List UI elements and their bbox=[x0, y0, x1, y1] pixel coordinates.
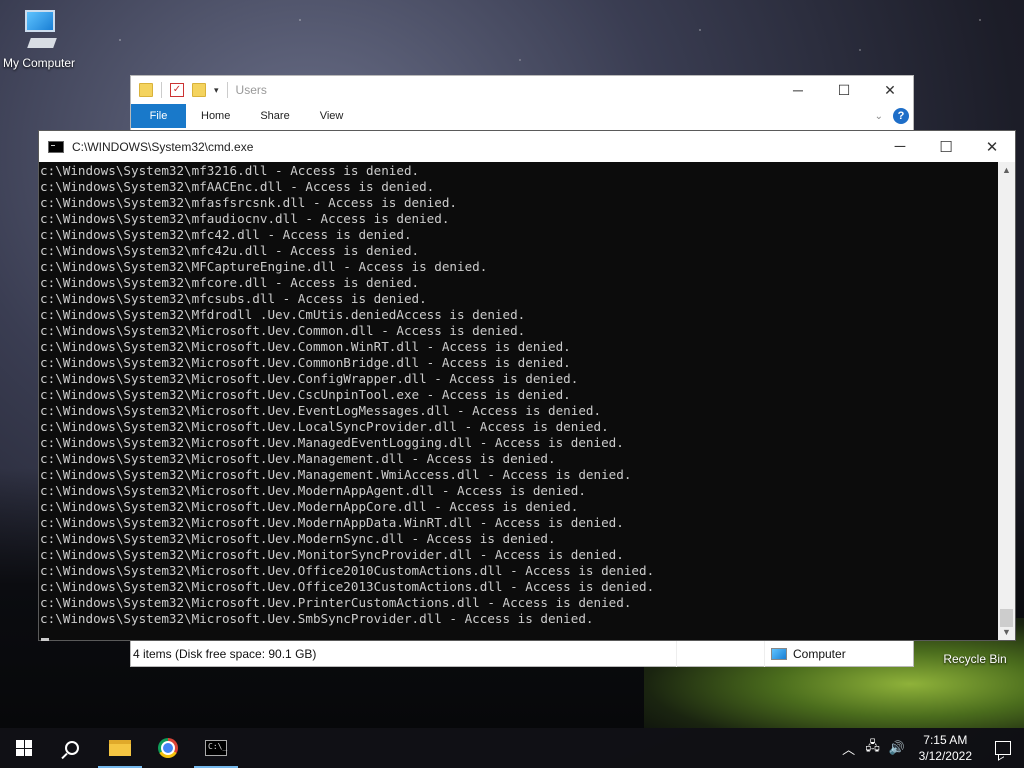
console-line: c:\Windows\System32\Microsoft.Uev.Config… bbox=[40, 371, 579, 386]
status-item-count: 4 items (Disk free space: 90.1 GB) bbox=[133, 646, 317, 661]
console-area[interactable]: c:\Windows\System32\mf3216.dll - Access … bbox=[39, 162, 1015, 641]
window-title: Users bbox=[235, 83, 267, 97]
console-line: c:\Windows\System32\Microsoft.Uev.Modern… bbox=[40, 483, 586, 498]
search-icon bbox=[65, 741, 79, 755]
console-line: c:\Windows\System32\Microsoft.Uev.Manage… bbox=[40, 467, 632, 482]
clock-date: 3/12/2022 bbox=[918, 749, 972, 763]
expand-ribbon-icon[interactable]: ⌄ bbox=[875, 111, 883, 122]
close-button[interactable]: ✕ bbox=[867, 82, 913, 99]
console-line: c:\Windows\System32\mf3216.dll - Access … bbox=[40, 163, 420, 178]
console-line: c:\Windows\System32\mfc42u.dll - Access … bbox=[40, 243, 420, 258]
chrome-icon bbox=[158, 738, 178, 758]
close-button[interactable]: ✕ bbox=[969, 138, 1015, 156]
console-line: c:\Windows\System32\mfcore.dll - Access … bbox=[40, 275, 420, 290]
console-line: c:\Windows\System32\Microsoft.Uev.LocalS… bbox=[40, 419, 609, 434]
console-line: c:\Windows\System32\Microsoft.Uev.SmbSyn… bbox=[40, 611, 594, 626]
console-line: c:\Windows\System32\Microsoft.Uev.Common… bbox=[40, 355, 571, 370]
maximize-button[interactable]: ☐ bbox=[923, 138, 969, 156]
notification-icon bbox=[995, 741, 1011, 755]
console-line: c:\Windows\System32\Microsoft.Uev.CscUnp… bbox=[40, 387, 571, 402]
console-line: c:\Windows\System32\mfasfsrcsnk.dll - Ac… bbox=[40, 195, 458, 210]
clock[interactable]: 7:15 AM 3/12/2022 bbox=[909, 732, 982, 764]
ribbon-tabs: File Home Share View ⌄ ? bbox=[131, 104, 913, 128]
taskbar-file-explorer[interactable] bbox=[96, 728, 144, 768]
desktop-icon-label: My Computer bbox=[2, 56, 76, 70]
taskbar-cmd[interactable]: C:\_ bbox=[192, 728, 240, 768]
status-location: Computer bbox=[764, 640, 864, 667]
minimize-button[interactable]: ─ bbox=[775, 82, 821, 99]
divider bbox=[226, 82, 228, 98]
volume-icon[interactable]: 🔊 bbox=[885, 740, 909, 756]
computer-icon bbox=[19, 8, 59, 52]
start-button[interactable] bbox=[0, 728, 48, 768]
desktop-icon-recycle-bin[interactable]: Recycle Bin bbox=[938, 652, 1012, 666]
console-line: c:\Windows\System32\Microsoft.Uev.EventL… bbox=[40, 403, 602, 418]
tab-share[interactable]: Share bbox=[245, 110, 304, 122]
computer-icon bbox=[771, 647, 787, 660]
windows-logo-icon bbox=[16, 740, 32, 756]
console-line: c:\Windows\System32\mfcsubs.dll - Access… bbox=[40, 291, 427, 306]
window-title: C:\WINDOWS\System32\cmd.exe bbox=[72, 139, 254, 154]
console-line: c:\Windows\System32\Microsoft.Uev.Modern… bbox=[40, 531, 556, 546]
console-line: c:\Windows\System32\mfc42.dll - Access i… bbox=[40, 227, 412, 242]
network-icon[interactable]: 🖧 bbox=[861, 737, 885, 759]
scroll-up-icon[interactable]: ▲ bbox=[998, 162, 1015, 178]
quick-access-dropdown-icon[interactable]: ▾ bbox=[214, 85, 219, 96]
help-icon[interactable]: ? bbox=[893, 108, 909, 124]
properties-icon[interactable]: ✓ bbox=[170, 83, 184, 97]
console-line: c:\Windows\System32\Microsoft.Uev.Common… bbox=[40, 323, 526, 338]
status-location-label: Computer bbox=[793, 646, 846, 661]
search-button[interactable] bbox=[48, 728, 96, 768]
console-line: c:\Windows\System32\Microsoft.Uev.Office… bbox=[40, 579, 655, 594]
console-line: c:\Windows\System32\MFCaptureEngine.dll … bbox=[40, 259, 488, 274]
maximize-button[interactable]: ☐ bbox=[821, 82, 867, 99]
console-line: c:\Windows\System32\Mfdrodll .Uev.CmUtis… bbox=[40, 307, 526, 322]
cmd-title-bar[interactable]: C:\WINDOWS\System32\cmd.exe ─ ☐ ✕ bbox=[39, 131, 1015, 162]
console-line: c:\Windows\System32\Microsoft.Uev.Manage… bbox=[40, 435, 624, 450]
vertical-scrollbar[interactable]: ▲ ▼ bbox=[998, 162, 1015, 640]
new-folder-icon[interactable] bbox=[192, 83, 206, 97]
desktop-icon-my-computer[interactable]: My Computer bbox=[0, 8, 78, 70]
explorer-title-bar[interactable]: ✓ ▾ Users ─ ☐ ✕ bbox=[131, 76, 913, 104]
console-line: c:\Windows\System32\Microsoft.Uev.Common… bbox=[40, 339, 571, 354]
cmd-icon: C:\_ bbox=[205, 740, 227, 756]
console-output: c:\Windows\System32\mf3216.dll - Access … bbox=[40, 163, 997, 627]
text-cursor bbox=[41, 638, 49, 641]
console-line: c:\Windows\System32\Microsoft.Uev.Printe… bbox=[40, 595, 632, 610]
action-center-button[interactable] bbox=[982, 728, 1024, 768]
console-line: c:\Windows\System32\Microsoft.Uev.Manage… bbox=[40, 451, 556, 466]
folder-icon bbox=[109, 740, 131, 756]
desktop-icon-label: Recycle Bin bbox=[943, 652, 1007, 666]
tab-home[interactable]: Home bbox=[186, 110, 245, 122]
chevron-up-icon[interactable]: ︿ bbox=[837, 739, 861, 758]
status-bar: 4 items (Disk free space: 90.1 GB) Compu… bbox=[131, 640, 913, 667]
cmd-icon bbox=[48, 140, 64, 153]
taskbar-chrome[interactable] bbox=[144, 728, 192, 768]
minimize-button[interactable]: ─ bbox=[877, 138, 923, 156]
folder-icon bbox=[139, 83, 153, 97]
console-line: c:\Windows\System32\Microsoft.Uev.Office… bbox=[40, 563, 655, 578]
tab-file[interactable]: File bbox=[131, 104, 186, 128]
console-line: c:\Windows\System32\Microsoft.Uev.Modern… bbox=[40, 515, 624, 530]
console-line: c:\Windows\System32\Microsoft.Uev.Modern… bbox=[40, 499, 579, 514]
system-tray: ︿ 🖧 🔊 7:15 AM 3/12/2022 bbox=[837, 728, 1024, 768]
tab-view[interactable]: View bbox=[305, 110, 359, 122]
divider bbox=[161, 82, 162, 98]
taskbar: C:\_ ︿ 🖧 🔊 7:15 AM 3/12/2022 bbox=[0, 728, 1024, 768]
console-line: c:\Windows\System32\mfaudiocnv.dll - Acc… bbox=[40, 211, 450, 226]
scroll-down-icon[interactable]: ▼ bbox=[998, 624, 1015, 640]
console-line: c:\Windows\System32\mfAACEnc.dll - Acces… bbox=[40, 179, 435, 194]
cmd-window: C:\WINDOWS\System32\cmd.exe ─ ☐ ✕ c:\Win… bbox=[38, 130, 1016, 641]
console-line: c:\Windows\System32\Microsoft.Uev.Monito… bbox=[40, 547, 624, 562]
clock-time: 7:15 AM bbox=[923, 733, 968, 747]
